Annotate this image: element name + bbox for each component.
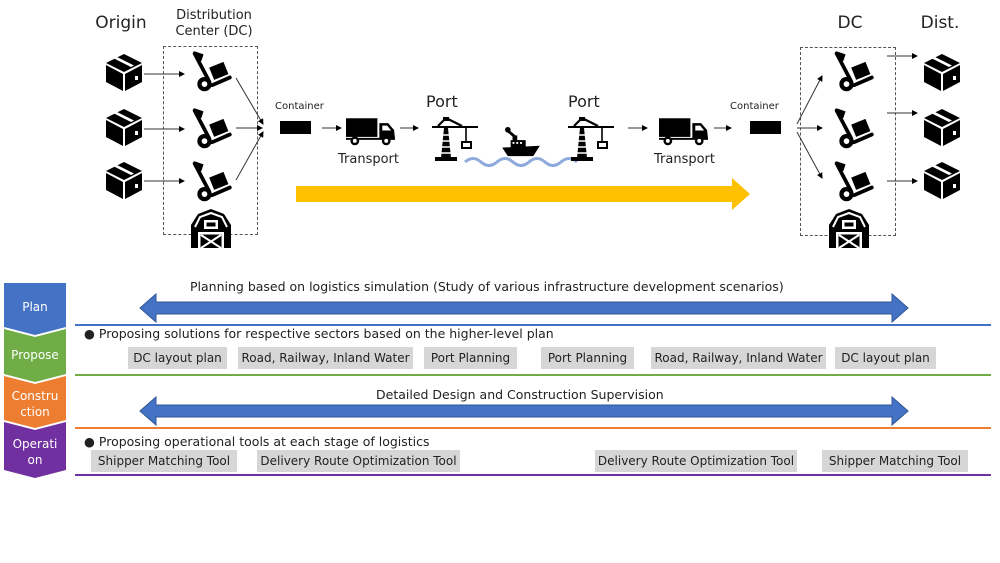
plan-double-arrow	[139, 292, 909, 324]
plan-description: Planning based on logistics simulation (…	[190, 279, 784, 294]
construction-double-arrow	[139, 395, 909, 427]
port-label-right: Port	[568, 92, 600, 111]
operation-tag: Shipper Matching Tool	[822, 450, 968, 472]
stage-label-propose: Propose	[11, 348, 59, 362]
operation-tag: Shipper Matching Tool	[91, 450, 237, 472]
stage-label-operation: Operati on	[12, 437, 58, 467]
propose-divider	[75, 374, 991, 376]
container-icon	[750, 121, 781, 134]
construction-divider	[75, 427, 991, 429]
connector-arrow	[235, 77, 264, 125]
container-icon	[280, 121, 311, 134]
stage-label-construction: Constru ction	[11, 389, 59, 419]
propose-tag: Road, Railway, Inland Water	[651, 347, 826, 369]
operation-divider	[75, 474, 991, 476]
operation-bullet: ● Proposing operational tools at each st…	[84, 434, 430, 449]
ship-icon	[502, 126, 540, 158]
propose-tag: Road, Railway, Inland Water	[238, 347, 413, 369]
connector-arrow	[796, 131, 823, 179]
truck-icon	[346, 118, 397, 146]
water-wave	[464, 157, 578, 167]
transport-label-left: Transport	[338, 152, 400, 167]
connector-arrow	[796, 75, 823, 125]
container-label-left: Container	[275, 101, 324, 112]
flow-connector-arrows	[144, 53, 918, 210]
port-label-left: Port	[426, 92, 458, 111]
propose-tag: DC layout plan	[128, 347, 227, 369]
port-crane-icon	[568, 117, 614, 161]
operation-tag: Delivery Route Optimization Tool	[595, 450, 797, 472]
port-crane-icon	[432, 117, 478, 161]
propose-bullet: ● Proposing solutions for respective sec…	[84, 326, 554, 341]
propose-tag: Port Planning	[541, 347, 634, 369]
truck-icon	[659, 118, 710, 146]
container-label-right: Container	[730, 101, 779, 112]
connector-arrow	[235, 131, 264, 181]
operation-tag: Delivery Route Optimization Tool	[257, 450, 460, 472]
flow-direction-arrow	[296, 178, 750, 210]
stage-label-plan: Plan	[22, 300, 48, 314]
propose-tag: DC layout plan	[835, 347, 936, 369]
transport-label-right: Transport	[654, 152, 716, 167]
propose-tag: Port Planning	[424, 347, 517, 369]
